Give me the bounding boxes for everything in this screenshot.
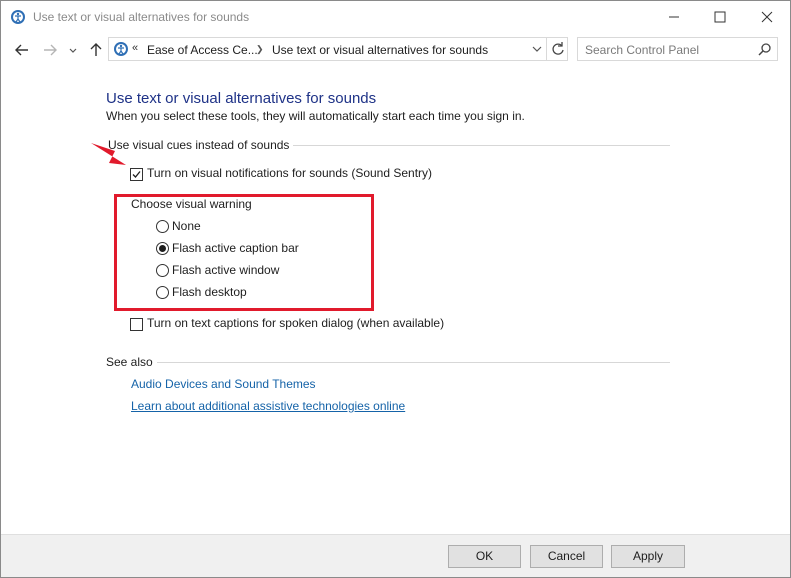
text-captions-label[interactable]: Turn on text captions for spoken dialog … <box>147 316 444 330</box>
up-arrow-icon <box>90 43 102 56</box>
search-placeholder: Search Control Panel <box>585 43 700 57</box>
navigation-bar: « Ease of Access Ce... ❯ Use text or vis… <box>1 35 790 65</box>
breadcrumb-separator-icon[interactable]: ❯ <box>256 44 264 55</box>
refresh-button[interactable] <box>546 38 569 60</box>
back-button[interactable] <box>13 41 31 59</box>
audio-devices-link[interactable]: Audio Devices and Sound Themes <box>131 377 316 391</box>
chevron-down-icon <box>532 46 542 52</box>
apply-button[interactable]: Apply <box>611 545 685 568</box>
maximize-button[interactable] <box>697 1 743 33</box>
assistive-technologies-link[interactable]: Learn about additional assistive technol… <box>131 399 405 413</box>
visual-cues-group-label: Use visual cues instead of sounds <box>108 138 294 152</box>
radio-none-row[interactable]: None <box>156 219 296 237</box>
maximize-icon <box>714 11 726 23</box>
forward-button[interactable] <box>41 41 59 59</box>
radio-flash-desktop-label[interactable]: Flash desktop <box>172 285 247 299</box>
control-panel-icon <box>113 41 129 60</box>
text-captions-checkbox[interactable] <box>130 318 143 331</box>
dialog-footer: OK Cancel Apply <box>1 534 790 577</box>
title-bar: Use text or visual alternatives for soun… <box>1 1 790 33</box>
text-captions-checkbox-row[interactable]: Turn on text captions for spoken dialog … <box>130 316 460 334</box>
search-box[interactable]: Search Control Panel <box>577 37 778 61</box>
forward-arrow-icon <box>44 44 57 56</box>
up-button[interactable] <box>87 41 105 59</box>
radio-flash-active-window[interactable] <box>156 264 169 277</box>
back-arrow-icon <box>15 44 28 56</box>
close-button[interactable] <box>744 1 790 33</box>
radio-flash-window-row[interactable]: Flash active window <box>156 263 316 281</box>
ok-button[interactable]: OK <box>448 545 521 568</box>
minimize-icon <box>669 16 679 18</box>
page-heading: Use text or visual alternatives for soun… <box>106 90 377 107</box>
recent-locations-button[interactable] <box>67 41 79 59</box>
control-panel-window: Use text or visual alternatives for soun… <box>0 0 791 578</box>
see-also-divider <box>151 362 670 363</box>
close-icon <box>761 11 773 23</box>
radio-flash-window-label[interactable]: Flash active window <box>172 263 279 277</box>
radio-none-label[interactable]: None <box>172 219 201 233</box>
ease-of-access-icon <box>10 9 26 25</box>
choose-visual-warning-label: Choose visual warning <box>131 197 252 211</box>
minimize-button[interactable] <box>651 1 697 33</box>
address-dropdown-button[interactable] <box>527 39 547 59</box>
window-title: Use text or visual alternatives for soun… <box>33 10 250 24</box>
chevron-down-icon <box>69 48 77 53</box>
cancel-button[interactable]: Cancel <box>530 545 603 568</box>
search-icon[interactable] <box>758 42 772 59</box>
see-also-label: See also <box>106 355 157 369</box>
sound-sentry-checkbox[interactable] <box>130 168 143 181</box>
radio-flash-desktop[interactable] <box>156 286 169 299</box>
radio-flash-caption-label[interactable]: Flash active caption bar <box>172 241 299 255</box>
address-overflow[interactable]: « <box>132 42 138 54</box>
sound-sentry-label[interactable]: Turn on visual notifications for sounds … <box>147 166 432 180</box>
red-arrow-annotation <box>91 143 126 165</box>
sound-sentry-checkbox-row[interactable]: Turn on visual notifications for sounds … <box>130 166 450 184</box>
address-bar[interactable]: « Ease of Access Ce... ❯ Use text or vis… <box>108 37 568 61</box>
radio-none[interactable] <box>156 220 169 233</box>
radio-selected-dot <box>159 245 166 252</box>
breadcrumb-current[interactable]: Use text or visual alternatives for soun… <box>272 43 488 57</box>
page-subtitle: When you select these tools, they will a… <box>106 109 525 123</box>
radio-flash-desktop-row[interactable]: Flash desktop <box>156 285 296 303</box>
checkmark-icon <box>132 171 141 178</box>
radio-flash-caption-row[interactable]: Flash active caption bar <box>156 241 316 259</box>
refresh-icon <box>552 42 564 55</box>
breadcrumb-ease-of-access[interactable]: Ease of Access Ce... <box>147 43 258 57</box>
radio-flash-caption-bar[interactable] <box>156 242 169 255</box>
